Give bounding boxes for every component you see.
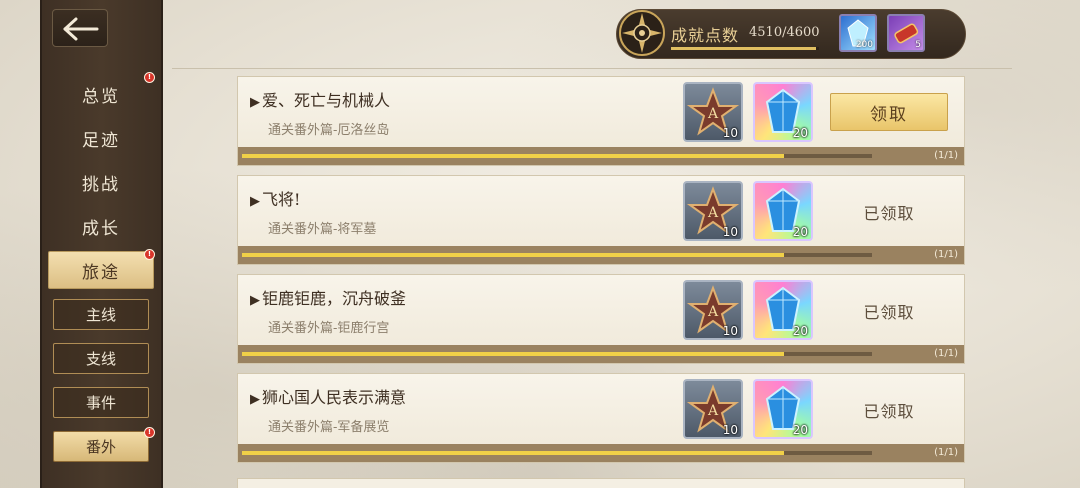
sidebar-item-label: 旅途 <box>82 262 120 283</box>
achievement-card: ▶ 狮心国人民表示满意 通关番外篇-军备展览 A 10 20 已领取 (1/1) <box>237 373 965 463</box>
claim-button[interactable]: 领取 <box>830 93 948 131</box>
svg-text:A: A <box>707 403 719 419</box>
achievement-title: ▶ 爱、死亡与机械人 <box>250 87 390 111</box>
sidebar-subitem-event[interactable]: 事件 <box>53 387 149 418</box>
svg-text:A: A <box>707 106 719 122</box>
achievement-progress: (1/1) <box>238 345 964 363</box>
achievement-progress-text: (1/1) <box>934 249 958 260</box>
sidebar-subitem-label: 番外 <box>85 438 116 456</box>
achievement-progress-track <box>242 451 872 455</box>
reward-count: 20 <box>792 324 808 338</box>
reward-count: 20 <box>792 423 808 437</box>
svg-text:A: A <box>707 304 719 320</box>
achievement-subtitle: 通关番外篇-钜鹿行宫 <box>268 321 390 336</box>
claimed-status: 已领取 <box>863 204 915 223</box>
achievement-card: ▶ 钜鹿钜鹿，沉舟破釜 通关番外篇-钜鹿行宫 A 10 20 已领取 (1/1) <box>237 274 965 364</box>
achievement-progress: (1/1) <box>238 246 964 264</box>
reward-crystal[interactable]: 20 <box>753 82 813 142</box>
achievement-card: ▶ 爱、死亡与机械人 通关番外篇-厄洛丝岛 A 10 20 领取 (1/1) <box>237 76 965 166</box>
triangle-right-icon: ▶ <box>250 293 260 308</box>
reward-count: 10 <box>722 324 738 338</box>
achievement-progress-track <box>242 253 872 257</box>
reward-count: 10 <box>722 423 738 437</box>
achievement-progress: (1/1) <box>238 147 964 165</box>
claimed-status: 已领取 <box>863 303 915 322</box>
currency-count: 200 <box>855 40 873 50</box>
achievement-progress-text: (1/1) <box>934 150 958 161</box>
achievement-progress-track <box>242 352 872 356</box>
blue-crystal-currency[interactable]: 200 <box>839 14 877 52</box>
alert-dot-icon: ! <box>144 72 155 83</box>
achievement-card: ▶ 飞将! 通关番外篇-将军墓 A 10 20 已领取 (1/1) <box>237 175 965 265</box>
header-divider <box>172 68 1012 69</box>
sidebar-item-label: 成长 <box>82 218 120 239</box>
achievement-title: ▶ 钜鹿钜鹿，沉舟破釜 <box>250 285 406 309</box>
sidebar-item-label: 总览 <box>82 86 120 107</box>
reward-count: 20 <box>792 126 808 140</box>
reward-crystal[interactable]: 20 <box>753 181 813 241</box>
list-item-partial <box>237 478 965 488</box>
compass-star-emblem-icon <box>619 10 665 56</box>
achievement-subtitle: 通关番外篇-将军墓 <box>268 222 377 237</box>
sidebar-item-label: 挑战 <box>82 174 120 195</box>
sidebar-item-overview[interactable]: 总览 <box>48 75 154 113</box>
achievement-title-text: 飞将! <box>262 190 301 209</box>
sidebar-subitem-extra[interactable]: 番外 <box>53 431 149 462</box>
sidebar-subitem-label: 支线 <box>85 350 116 368</box>
reward-crystal[interactable]: 20 <box>753 280 813 340</box>
achievement-progress-text: (1/1) <box>934 348 958 359</box>
triangle-right-icon: ▶ <box>250 95 260 110</box>
sidebar-item-challenge[interactable]: 挑战 <box>48 163 154 201</box>
sidebar-subitem-main[interactable]: 主线 <box>53 299 149 330</box>
reward-count: 20 <box>792 225 808 239</box>
reward-count: 10 <box>722 225 738 239</box>
alert-dot-icon: ! <box>144 249 155 260</box>
achievement-points-progress-fill <box>671 47 817 50</box>
reward-badge[interactable]: A 10 <box>683 379 743 439</box>
achievement-progress-text: (1/1) <box>934 447 958 458</box>
achievement-title-text: 爱、死亡与机械人 <box>262 91 391 110</box>
sidebar-subitem-label: 主线 <box>85 306 116 324</box>
svg-text:A: A <box>707 205 719 221</box>
reward-badge[interactable]: A 10 <box>683 82 743 142</box>
triangle-right-icon: ▶ <box>250 392 260 407</box>
claimed-status: 已领取 <box>863 402 915 421</box>
achievement-points-value: 4510/4600 <box>749 25 820 40</box>
achievement-points-label: 成就点数 <box>671 26 740 45</box>
achievement-progress-fill <box>242 352 784 356</box>
sidebar-subitem-label: 事件 <box>85 394 116 412</box>
reward-crystal[interactable]: 20 <box>753 379 813 439</box>
achievement-progress-track <box>242 154 872 158</box>
back-arrow-icon <box>63 17 99 41</box>
sidebar-subitem-side[interactable]: 支线 <box>53 343 149 374</box>
currency-count: 5 <box>915 40 921 50</box>
back-button[interactable] <box>52 9 108 47</box>
achievement-subtitle: 通关番外篇-军备展览 <box>268 420 390 435</box>
achievement-title: ▶ 狮心国人民表示满意 <box>250 384 406 408</box>
red-scroll-currency[interactable]: 5 <box>887 14 925 52</box>
sidebar-item-journey[interactable]: 旅途 <box>48 251 154 289</box>
reward-badge[interactable]: A 10 <box>683 280 743 340</box>
achievement-title-text: 狮心国人民表示满意 <box>262 388 407 407</box>
achievement-progress-fill <box>242 253 784 257</box>
achievement-progress-fill <box>242 154 784 158</box>
achievement-title: ▶ 飞将! <box>250 186 300 210</box>
triangle-right-icon: ▶ <box>250 194 260 209</box>
achievement-progress: (1/1) <box>238 444 964 462</box>
sidebar-item-label: 足迹 <box>82 130 120 151</box>
reward-badge[interactable]: A 10 <box>683 181 743 241</box>
achievement-title-text: 钜鹿钜鹿，沉舟破釜 <box>262 289 407 308</box>
achievement-subtitle: 通关番外篇-厄洛丝岛 <box>268 123 390 138</box>
achievement-progress-fill <box>242 451 784 455</box>
reward-count: 10 <box>722 126 738 140</box>
sidebar-item-growth[interactable]: 成长 <box>48 207 154 245</box>
alert-dot-icon: ! <box>144 427 155 438</box>
sidebar-item-footprints[interactable]: 足迹 <box>48 119 154 157</box>
achievement-points-progress <box>671 47 819 50</box>
